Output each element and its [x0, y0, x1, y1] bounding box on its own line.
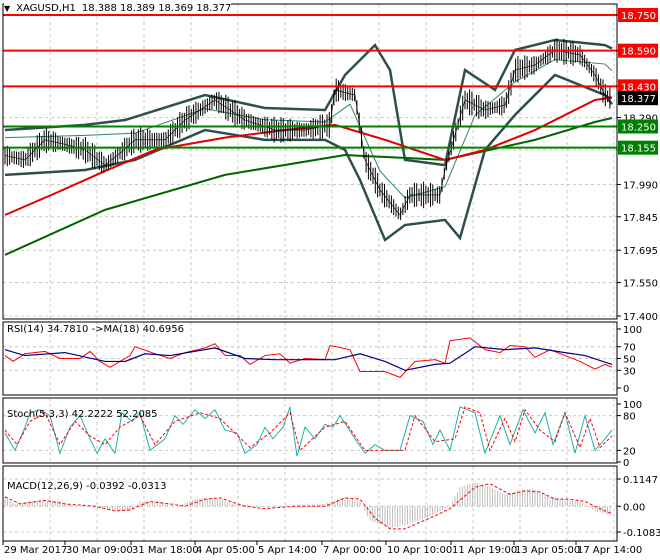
y-tick-label: 100 [623, 400, 642, 411]
y-tick-label: 30 [623, 366, 636, 377]
y-tick-label: 0.1147 [623, 475, 658, 486]
grid [3, 4, 617, 541]
level-label: 18.250 [621, 122, 656, 133]
x-tick-label: 17 Apr 14:00 [577, 545, 642, 556]
x-tick-label: 7 Apr 00:00 [323, 545, 382, 556]
panel-frames [2, 3, 621, 545]
dropdown-triangle-icon[interactable]: ▼ [4, 4, 10, 13]
current-price-label: 18.377 [621, 94, 656, 105]
panel-frame-2 [2, 397, 618, 464]
indicator-title: RSI(14) 34.7810 ->MA(18) 40.6956 [7, 324, 184, 335]
x-tick-label: 13 Apr 05:00 [515, 545, 580, 556]
y-tick-label: -0.1083 [623, 528, 660, 539]
ohlc-values: 18.388 18.389 18.369 18.377 [81, 3, 232, 14]
y-tick-label: 17.400 [623, 312, 658, 323]
chart-window: 18.75018.59018.43018.29018.14517.99017.8… [0, 0, 660, 560]
ma-fast-line [4, 96, 613, 216]
indicator-title: MACD(12,26,9) -0.0392 -0.0313 [7, 481, 167, 492]
y-tick-label: 17.990 [623, 180, 658, 191]
level-label: 18.590 [621, 47, 656, 58]
y-tick-label: 17.550 [623, 279, 658, 290]
y-tick-label: 17.695 [623, 246, 658, 257]
bollinger-lower-line [4, 73, 613, 242]
y-tick-label: 100 [623, 325, 642, 336]
x-tick-label: 31 Mar 18:00 [132, 545, 199, 556]
y-tick-label: 0 [623, 458, 629, 469]
indicator-title: Stoch(5,3,3) 42.2222 52.2085 [7, 409, 158, 420]
y-tick-label: 17.845 [623, 213, 658, 224]
x-tick-label: 29 Mar 2017 [4, 545, 67, 556]
y-tick-label: 0.00 [623, 502, 645, 513]
x-tick-label: 11 Apr 19:00 [452, 545, 517, 556]
y-tick-label: 20 [623, 446, 636, 457]
y-tick-label: 80 [623, 412, 636, 423]
y-tick-label: 0 [623, 384, 629, 395]
x-tick-label: 10 Apr 10:00 [387, 545, 452, 556]
y-tick-label: 70 [623, 343, 636, 354]
y-tick-label: 50 [623, 355, 636, 366]
level-label: 18.155 [621, 144, 656, 155]
chart-canvas: 18.75018.59018.43018.29018.14517.99017.8… [2, 3, 660, 556]
symbol-label: XAGUSD,H1 [16, 3, 76, 14]
ma-slow-line [4, 117, 613, 256]
level-label: 18.750 [621, 11, 656, 22]
x-tick-label: 4 Apr 05:00 [196, 545, 255, 556]
rsi-line [4, 337, 613, 378]
bollinger-upper-line [4, 38, 613, 167]
x-tick-label: 30 Mar 09:00 [66, 545, 133, 556]
x-tick-label: 5 Apr 14:00 [258, 545, 317, 556]
chart-header[interactable]: ▼ XAGUSD,H1 18.388 18.389 18.369 18.377 [4, 3, 232, 14]
marks [3, 14, 617, 530]
